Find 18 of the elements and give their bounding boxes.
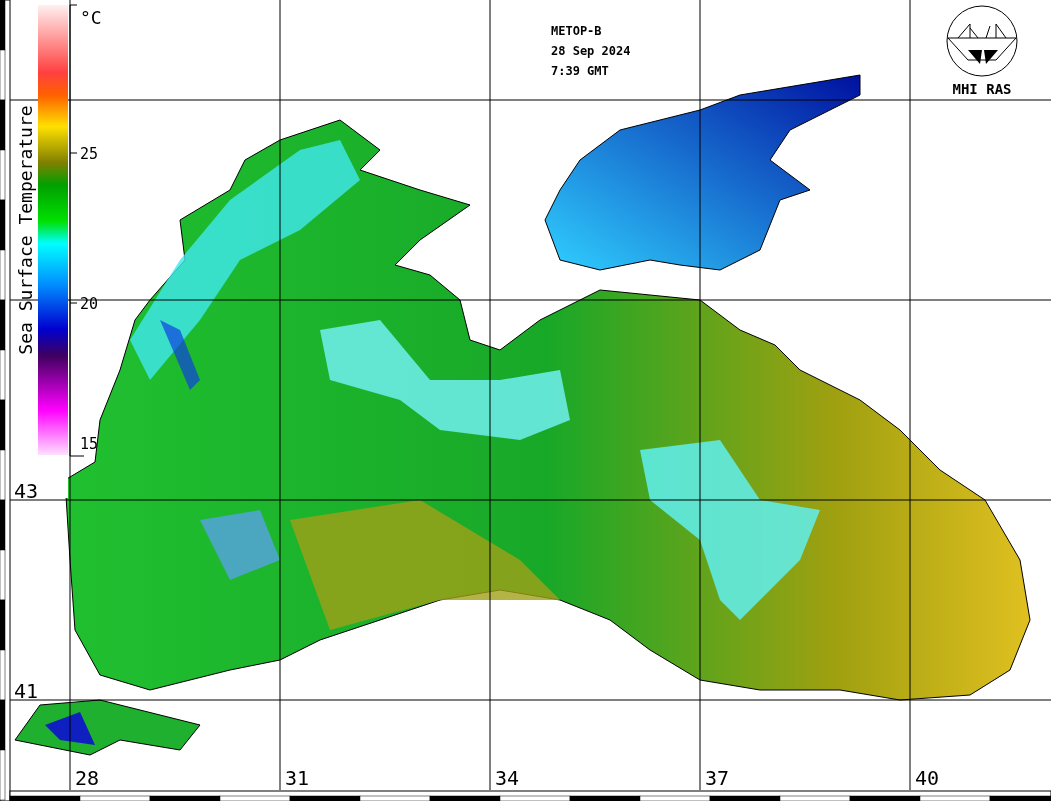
longitude-label: 40 xyxy=(915,766,940,790)
scale-tick-label: 20 xyxy=(80,295,99,313)
longitude-label: 28 xyxy=(75,766,100,790)
unit-label: °C xyxy=(80,7,102,28)
institute-name: MHI RAS xyxy=(952,81,1012,97)
image-time: 7:39 GMT xyxy=(551,64,609,78)
latitude-label: 41 xyxy=(14,679,39,703)
image-date: 28 Sep 2024 xyxy=(551,44,631,58)
institute-logo-icon xyxy=(946,5,1018,77)
legend-title: Sea Surface Temperature xyxy=(15,105,36,355)
longitude-label: 37 xyxy=(705,766,730,790)
satellite-name: METOP-B xyxy=(551,24,602,38)
longitude-label: 34 xyxy=(495,766,520,790)
scale-tick-label: 25 xyxy=(80,145,99,163)
latitude-label: 43 xyxy=(14,479,39,503)
cold-water-streak xyxy=(160,320,200,390)
scale-tick-label: 15 xyxy=(80,435,99,453)
longitude-label: 31 xyxy=(285,766,310,790)
